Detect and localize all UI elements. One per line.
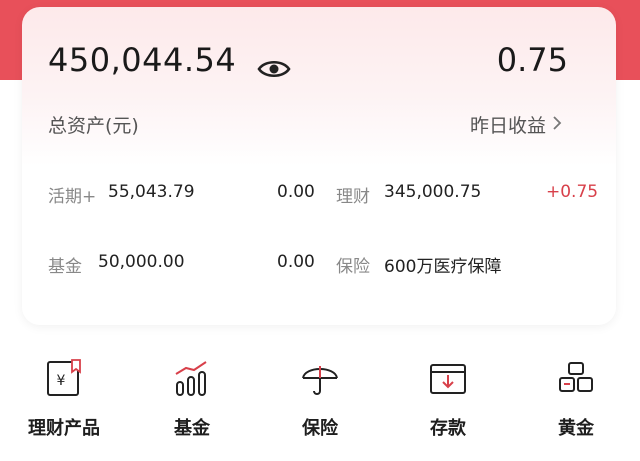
asset-summary-card[interactable]: 450,044.54 0.75 总资产(元) 昨日收益 活期+ 55,043.7… (22, 7, 616, 325)
umbrella-icon (302, 366, 338, 395)
category-insurance[interactable]: 保险 (256, 358, 384, 458)
wealth-change: +0.75 (546, 182, 599, 202)
current-label[interactable]: 活期+ (48, 182, 96, 207)
total-assets-label: 总资产(元) (48, 115, 139, 137)
category-deposit[interactable]: 存款 (384, 358, 512, 458)
category-label: 存款 (430, 418, 466, 439)
wealth-value: 345,000.75 (384, 182, 482, 202)
gold-bars-icon (559, 362, 593, 392)
total-assets-value: 450,044.54 (48, 41, 237, 79)
yesterday-earnings-link[interactable]: 昨日收益 (470, 111, 546, 138)
fund-value: 50,000.00 (98, 252, 185, 272)
category-fund[interactable]: 基金 (128, 358, 256, 458)
insurance-value: 600万医疗保障 (384, 257, 502, 277)
wealth-product-icon: ¥ (47, 359, 81, 396)
eye-icon[interactable] (257, 57, 291, 81)
category-label: 理财产品 (28, 418, 100, 439)
yesterday-earnings-value: 0.75 (496, 41, 568, 79)
category-wealth-product[interactable]: ¥ 理财产品 (0, 358, 128, 458)
category-label: 黄金 (558, 418, 594, 439)
current-change: 0.00 (277, 182, 315, 202)
category-gold[interactable]: 黄金 (512, 358, 640, 458)
svg-text:¥: ¥ (57, 373, 66, 389)
current-value: 55,043.79 (108, 182, 195, 202)
fund-change: 0.00 (277, 252, 315, 272)
category-label: 保险 (302, 418, 338, 439)
wealth-label[interactable]: 理财 (336, 182, 370, 207)
insurance-label[interactable]: 保险 (336, 252, 370, 277)
category-label: 基金 (174, 418, 210, 439)
chevron-right-icon[interactable] (552, 115, 562, 131)
deposit-icon (430, 364, 466, 394)
fund-chart-icon (175, 361, 207, 396)
fund-label[interactable]: 基金 (48, 252, 82, 277)
